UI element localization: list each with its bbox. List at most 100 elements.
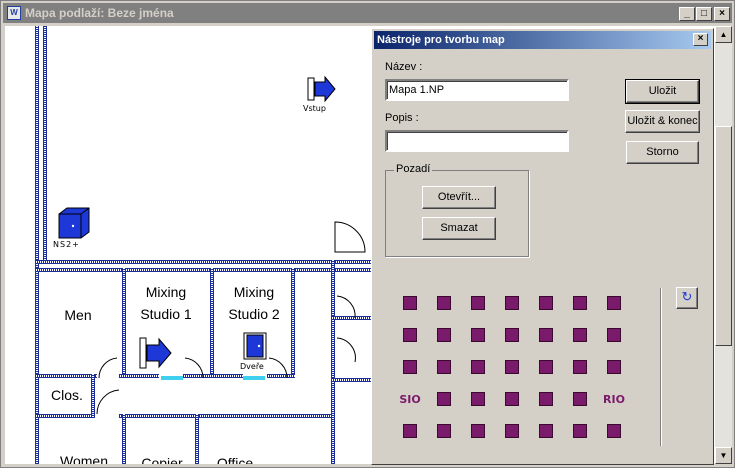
card-icon[interactable] <box>603 420 625 442</box>
wall <box>35 268 375 272</box>
sio-tool[interactable]: SIO <box>399 388 421 410</box>
entrance-icon[interactable] <box>307 74 337 102</box>
tool-glyph <box>403 424 417 438</box>
network-icon[interactable] <box>501 388 523 410</box>
bell-icon[interactable] <box>399 292 421 314</box>
background-group: Pozadí Otevřít... Smazat <box>385 163 529 257</box>
keypad-icon[interactable] <box>535 324 557 346</box>
reader-icon[interactable] <box>535 420 557 442</box>
panel-icon[interactable] <box>433 324 455 346</box>
tool-glyph <box>573 296 587 310</box>
map-object-label: NS2+ <box>53 240 80 249</box>
name-label: Název : <box>385 61 423 73</box>
panel-close-button[interactable]: × <box>693 33 708 46</box>
panel-title[interactable]: Nástroje pro tvorbu map × <box>374 31 711 49</box>
display-red-icon[interactable] <box>501 356 523 378</box>
tool-glyph <box>573 328 587 342</box>
stack-icon[interactable] <box>535 356 557 378</box>
cube-icon[interactable] <box>57 206 91 240</box>
scroll-thumb[interactable] <box>715 126 732 346</box>
wall <box>43 26 47 261</box>
door-marker <box>243 376 265 380</box>
wall <box>119 374 159 378</box>
calculator-icon[interactable] <box>569 388 591 410</box>
app-icon[interactable]: W <box>7 6 21 20</box>
module-icon[interactable] <box>433 388 455 410</box>
tool-glyph <box>471 360 485 374</box>
tool-glyph <box>471 424 485 438</box>
close-button[interactable]: × <box>714 7 730 21</box>
window-title: Mapa podlaží: Beze jména <box>25 6 174 20</box>
tool-glyph <box>607 328 621 342</box>
tool-glyph <box>539 328 553 342</box>
cancel-button[interactable]: Storno <box>626 141 699 164</box>
door-swing <box>268 357 288 379</box>
arrow-curve-icon[interactable] <box>467 420 489 442</box>
tool-glyph <box>573 360 587 374</box>
tool-glyph <box>505 296 519 310</box>
rio-tool[interactable]: RIO <box>603 388 625 410</box>
camera-icon[interactable] <box>603 324 625 346</box>
tool-glyph <box>539 392 553 406</box>
open-button[interactable]: Otevřít... <box>422 186 496 209</box>
desc-label: Popis : <box>385 112 419 124</box>
delete-button[interactable]: Smazat <box>422 217 496 240</box>
siren-icon[interactable] <box>399 420 421 442</box>
scroll-up-button[interactable]: ▲ <box>715 26 732 43</box>
tool-glyph <box>573 392 587 406</box>
door-icon[interactable] <box>243 332 267 360</box>
monitor-icon[interactable] <box>569 324 591 346</box>
map-object-label: Vstup <box>303 104 326 113</box>
smoke-icon[interactable] <box>603 356 625 378</box>
tool-glyph <box>505 392 519 406</box>
tool-glyph <box>403 360 417 374</box>
door-swing <box>96 389 120 415</box>
tool-glyph <box>573 424 587 438</box>
wall <box>210 268 214 376</box>
minimize-button[interactable]: _ <box>679 7 695 21</box>
maximize-button[interactable]: □ <box>696 7 712 21</box>
printer-icon[interactable] <box>535 388 557 410</box>
rack-icon[interactable] <box>467 388 489 410</box>
room-label: Office <box>216 455 254 464</box>
window-icon[interactable] <box>399 356 421 378</box>
gate-icon[interactable] <box>433 356 455 378</box>
wall <box>35 260 375 264</box>
document-icon[interactable] <box>569 356 591 378</box>
separator <box>660 288 662 446</box>
fence-icon[interactable] <box>501 324 523 346</box>
tool-glyph <box>471 296 485 310</box>
tool-label: RIO <box>603 392 625 406</box>
wall <box>195 414 199 464</box>
tool-glyph <box>505 424 519 438</box>
scroll-down-button[interactable]: ▼ <box>715 447 732 464</box>
wall <box>331 378 375 382</box>
vertical-scrollbar[interactable]: ▲ ▼ <box>715 26 732 464</box>
tool-glyph <box>607 360 621 374</box>
name-field[interactable] <box>385 79 569 101</box>
arrow-right-icon[interactable] <box>467 324 489 346</box>
box-camera-icon[interactable] <box>603 292 625 314</box>
display-icon[interactable] <box>467 356 489 378</box>
title-bar[interactable]: W Mapa podlaží: Beze jména _ □ × <box>3 3 732 23</box>
arrow-both-icon[interactable] <box>501 420 523 442</box>
description-field[interactable] <box>385 130 569 152</box>
arrow-fwd-icon[interactable] <box>569 420 591 442</box>
entrance-icon[interactable] <box>139 336 173 370</box>
save-button[interactable]: Uložit <box>625 79 700 104</box>
entrance-icon[interactable] <box>433 292 455 314</box>
cube-icon[interactable] <box>535 292 557 314</box>
arrow-left-icon[interactable] <box>433 420 455 442</box>
tool-glyph <box>403 296 417 310</box>
tool-glyph <box>539 296 553 310</box>
dome-camera-icon[interactable] <box>569 292 591 314</box>
room-label: Women <box>60 453 108 464</box>
room-label: Copier <box>141 455 183 464</box>
room-label: Mixing Studio 2 <box>228 284 280 322</box>
wall <box>119 414 331 418</box>
arch-door-icon[interactable] <box>501 292 523 314</box>
refresh-icon[interactable]: ↻ <box>676 287 698 309</box>
save-close-button[interactable]: Uložit & konec <box>625 110 700 133</box>
sensor-icon[interactable] <box>399 324 421 346</box>
door-icon[interactable] <box>467 292 489 314</box>
